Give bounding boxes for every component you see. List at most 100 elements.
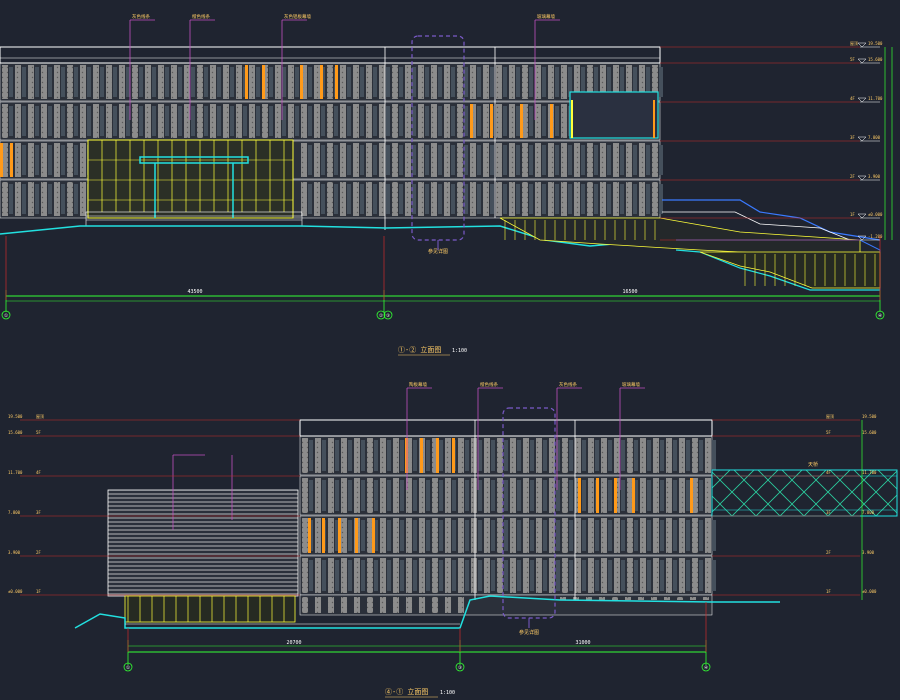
window — [87, 106, 91, 136]
panel — [392, 65, 398, 99]
panel — [457, 143, 463, 177]
window — [490, 184, 494, 214]
window — [425, 106, 429, 136]
orange-fin — [436, 438, 439, 473]
panel — [535, 143, 541, 177]
window — [452, 520, 456, 551]
window — [139, 67, 143, 97]
panel — [510, 438, 516, 473]
panel — [445, 478, 451, 513]
bottom-floor-label-right: 屋顶 — [826, 413, 834, 419]
panel — [523, 558, 529, 593]
orange-fin — [0, 143, 3, 177]
window — [529, 67, 533, 97]
window — [399, 67, 403, 97]
panel — [509, 104, 515, 138]
window — [373, 145, 377, 175]
top-floor-label: 5F — [850, 57, 855, 62]
panel — [210, 104, 216, 138]
window — [425, 184, 429, 214]
window — [699, 560, 703, 591]
window — [413, 560, 417, 591]
window — [139, 106, 143, 136]
window — [543, 520, 547, 551]
bottom-callout-label: 灰色线条 — [559, 381, 577, 388]
window — [348, 560, 352, 591]
window — [309, 480, 313, 511]
panel — [692, 518, 698, 553]
bottom-floor-label-right: 4F — [826, 470, 831, 475]
window — [321, 106, 325, 136]
orange-fin — [322, 518, 325, 553]
panel — [15, 65, 21, 99]
window — [269, 67, 273, 97]
panel — [145, 104, 151, 138]
panel — [314, 143, 320, 177]
window — [556, 560, 560, 591]
panel — [28, 143, 34, 177]
window — [387, 440, 391, 471]
panel — [497, 438, 503, 473]
window — [712, 520, 716, 551]
orange-fin — [308, 518, 311, 553]
panel — [496, 65, 502, 99]
top-floor-label: 2F — [850, 174, 855, 179]
panel — [132, 104, 138, 138]
panel — [470, 182, 476, 216]
panel — [705, 478, 711, 513]
window — [413, 520, 417, 551]
window — [243, 106, 247, 136]
window — [334, 145, 338, 175]
panel — [549, 438, 555, 473]
panel — [327, 65, 333, 99]
panel — [418, 104, 424, 138]
window — [608, 560, 612, 591]
panel — [523, 518, 529, 553]
window — [438, 106, 442, 136]
panel — [341, 478, 347, 513]
panel — [484, 558, 490, 593]
window — [686, 560, 690, 591]
orange-fin — [578, 478, 581, 513]
panel — [262, 104, 268, 138]
window — [517, 560, 521, 591]
panel — [93, 65, 99, 99]
panel — [366, 65, 372, 99]
panel — [509, 143, 515, 177]
panel — [549, 518, 555, 553]
panel — [28, 104, 34, 138]
top-callout-label: 灰色铝板幕墙 — [284, 13, 311, 20]
panel — [301, 143, 307, 177]
panel — [405, 143, 411, 177]
window — [517, 440, 521, 471]
top-dim-3: 16500 — [622, 289, 637, 295]
panel — [626, 143, 632, 177]
window — [361, 560, 365, 591]
panel — [80, 182, 86, 216]
panel — [535, 182, 541, 216]
window — [582, 480, 586, 511]
orange-fin — [690, 478, 693, 513]
panel — [392, 143, 398, 177]
bottom-title: ④-① 立面图 — [385, 687, 428, 696]
panel — [497, 478, 503, 513]
window — [633, 184, 637, 214]
orange-fin — [596, 478, 599, 513]
panel — [444, 143, 450, 177]
window — [322, 480, 326, 511]
window — [465, 440, 469, 471]
window — [322, 440, 326, 471]
window — [308, 106, 312, 136]
bottom-floor-label-right: 2F — [826, 550, 831, 555]
window — [621, 520, 625, 551]
panel — [483, 143, 489, 177]
panel — [692, 438, 698, 473]
panel — [327, 104, 333, 138]
panel — [67, 182, 73, 216]
panel — [406, 518, 412, 553]
panel — [171, 104, 177, 138]
window — [543, 480, 547, 511]
window — [386, 145, 390, 175]
window — [490, 145, 494, 175]
panel — [236, 104, 242, 138]
